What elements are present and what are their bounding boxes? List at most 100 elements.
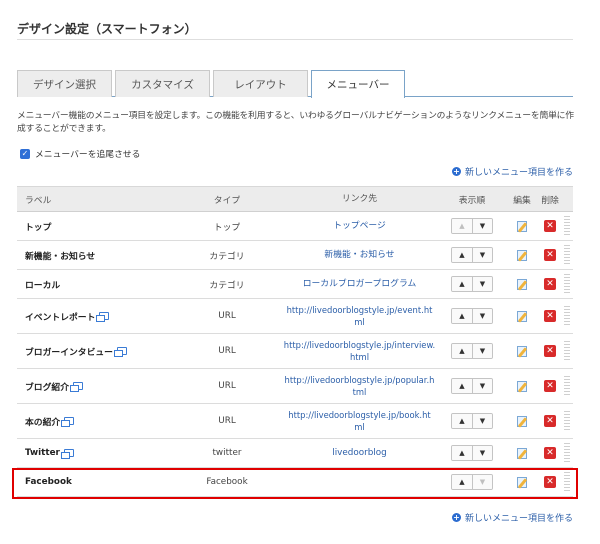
edit-icon[interactable] <box>516 476 529 489</box>
delete-icon[interactable]: ✕ <box>544 220 556 232</box>
add-menu-item-link-top[interactable]: + 新しいメニュー項目を作る <box>451 165 573 178</box>
edit-icon[interactable] <box>516 249 529 262</box>
row-order-controls: ▲ ▼ <box>447 212 497 240</box>
add-menu-item-label: 新しいメニュー項目を作る <box>464 168 573 178</box>
order-button-group: ▲ ▼ <box>451 413 493 429</box>
add-menu-item-link-bottom[interactable]: + 新しいメニュー項目を作る <box>451 511 573 524</box>
drag-handle-icon[interactable] <box>564 472 570 492</box>
drag-handle-icon[interactable] <box>564 274 570 294</box>
row-link[interactable] <box>277 468 442 496</box>
row-label-text: イベントレポート <box>25 312 96 323</box>
delete-icon[interactable]: ✕ <box>544 380 556 392</box>
move-down-button[interactable]: ▼ <box>472 475 492 489</box>
edit-icon[interactable] <box>516 345 529 358</box>
move-down-button[interactable]: ▼ <box>472 446 492 460</box>
drag-handle-icon[interactable] <box>564 376 570 396</box>
drag-handle-icon[interactable] <box>564 245 570 265</box>
delete-icon[interactable]: ✕ <box>544 249 556 261</box>
follow-scroll-checkbox[interactable]: ✓ <box>20 148 30 159</box>
tab-customize[interactable]: カスタマイズ <box>115 70 210 97</box>
tab-layout[interactable]: レイアウト <box>213 70 308 97</box>
delete-icon[interactable]: ✕ <box>544 447 556 459</box>
order-button-group: ▲ ▼ <box>451 343 493 359</box>
description-text: メニューバー機能のメニュー項目を設定します。この機能を利用すると、いわゆるグロー… <box>17 111 574 134</box>
row-label-text: 新機能・お知らせ <box>25 251 96 262</box>
row-link[interactable]: http://livedoorblogstyle.jp/popular.h tml <box>277 369 442 403</box>
tab-design-select[interactable]: デザイン選択 <box>17 70 112 97</box>
move-up-button[interactable]: ▲ <box>452 446 472 460</box>
move-down-button[interactable]: ▼ <box>472 277 492 291</box>
drag-handle-icon[interactable] <box>564 411 570 431</box>
move-up-button[interactable]: ▲ <box>452 475 472 489</box>
row-delete: ✕ <box>538 404 562 438</box>
header-link: リンク先 <box>341 194 378 204</box>
table-body: トップ トップ トップページ ▲ ▼ ✕ 新機能・お知らせ カテゴリ 新機能・お… <box>17 212 573 497</box>
row-order-controls: ▲ ▼ <box>447 334 497 368</box>
row-drag <box>563 468 571 496</box>
move-up-button[interactable]: ▲ <box>452 344 472 358</box>
row-link[interactable]: http://livedoorblogstyle.jp/book.ht ml <box>277 404 442 438</box>
link-url-line: ml <box>354 317 365 327</box>
edit-icon[interactable] <box>516 415 529 428</box>
row-label: 新機能・お知らせ <box>25 241 95 269</box>
row-link[interactable]: トップページ <box>277 212 442 240</box>
move-up-button[interactable]: ▲ <box>452 219 472 233</box>
row-drag <box>563 299 571 333</box>
move-down-button[interactable]: ▼ <box>472 309 492 323</box>
link-url-line: http://livedoorblogstyle.jp/popular.h <box>284 375 435 385</box>
move-down-button[interactable]: ▼ <box>472 414 492 428</box>
move-down-button[interactable]: ▼ <box>472 219 492 233</box>
row-link[interactable]: http://livedoorblogstyle.jp/interview. ht… <box>277 334 442 368</box>
delete-icon[interactable]: ✕ <box>544 345 556 357</box>
row-type: URL <box>218 416 236 426</box>
row-delete: ✕ <box>538 270 562 298</box>
row-link[interactable]: 新機能・お知らせ <box>277 241 442 269</box>
row-edit <box>510 468 534 496</box>
move-down-button[interactable]: ▼ <box>472 344 492 358</box>
edit-icon[interactable] <box>516 278 529 291</box>
row-type: URL <box>218 381 236 391</box>
move-down-button[interactable]: ▼ <box>472 379 492 393</box>
drag-handle-icon[interactable] <box>564 306 570 326</box>
move-up-button[interactable]: ▲ <box>452 414 472 428</box>
order-button-group: ▲ ▼ <box>451 445 493 461</box>
move-up-button[interactable]: ▲ <box>452 277 472 291</box>
row-drag <box>563 334 571 368</box>
row-link[interactable]: http://livedoorblogstyle.jp/event.ht ml <box>277 299 442 333</box>
delete-icon[interactable]: ✕ <box>544 415 556 427</box>
link-text: トップページ <box>333 221 386 231</box>
drag-handle-icon[interactable] <box>564 216 570 236</box>
row-label-text: Facebook <box>25 477 72 487</box>
delete-icon[interactable]: ✕ <box>544 476 556 488</box>
delete-icon[interactable]: ✕ <box>544 310 556 322</box>
row-order-controls: ▲ ▼ <box>447 404 497 438</box>
row-order-controls: ▲ ▼ <box>447 241 497 269</box>
row-edit <box>510 241 534 269</box>
edit-icon[interactable] <box>516 447 529 460</box>
title-divider <box>17 39 573 40</box>
page-title: デザイン設定（スマートフォン） <box>17 22 197 36</box>
row-link[interactable]: livedoorblog <box>277 439 442 467</box>
delete-icon[interactable]: ✕ <box>544 278 556 290</box>
move-up-button[interactable]: ▲ <box>452 379 472 393</box>
drag-handle-icon[interactable] <box>564 443 570 463</box>
edit-icon[interactable] <box>516 380 529 393</box>
tab-menubar[interactable]: メニューバー <box>311 70 405 98</box>
drag-handle-icon[interactable] <box>564 341 570 361</box>
row-link[interactable]: ローカルブロガープログラム <box>277 270 442 298</box>
follow-scroll-option[interactable]: ✓ メニューバーを追尾させる <box>20 147 140 160</box>
order-button-group: ▲ ▼ <box>451 378 493 394</box>
edit-icon[interactable] <box>516 310 529 323</box>
row-label-text: 本の紹介 <box>25 417 61 428</box>
edit-icon[interactable] <box>516 220 529 233</box>
row-delete: ✕ <box>538 468 562 496</box>
move-up-button[interactable]: ▲ <box>452 248 472 262</box>
header-delete: 削除 <box>541 195 559 206</box>
row-drag <box>563 241 571 269</box>
row-delete: ✕ <box>538 334 562 368</box>
table-header: ラベル タイプ リンク先 表示順 編集 削除 <box>17 186 573 212</box>
move-up-button[interactable]: ▲ <box>452 309 472 323</box>
row-type: URL <box>218 311 236 321</box>
move-down-button[interactable]: ▼ <box>472 248 492 262</box>
row-edit <box>510 404 534 438</box>
